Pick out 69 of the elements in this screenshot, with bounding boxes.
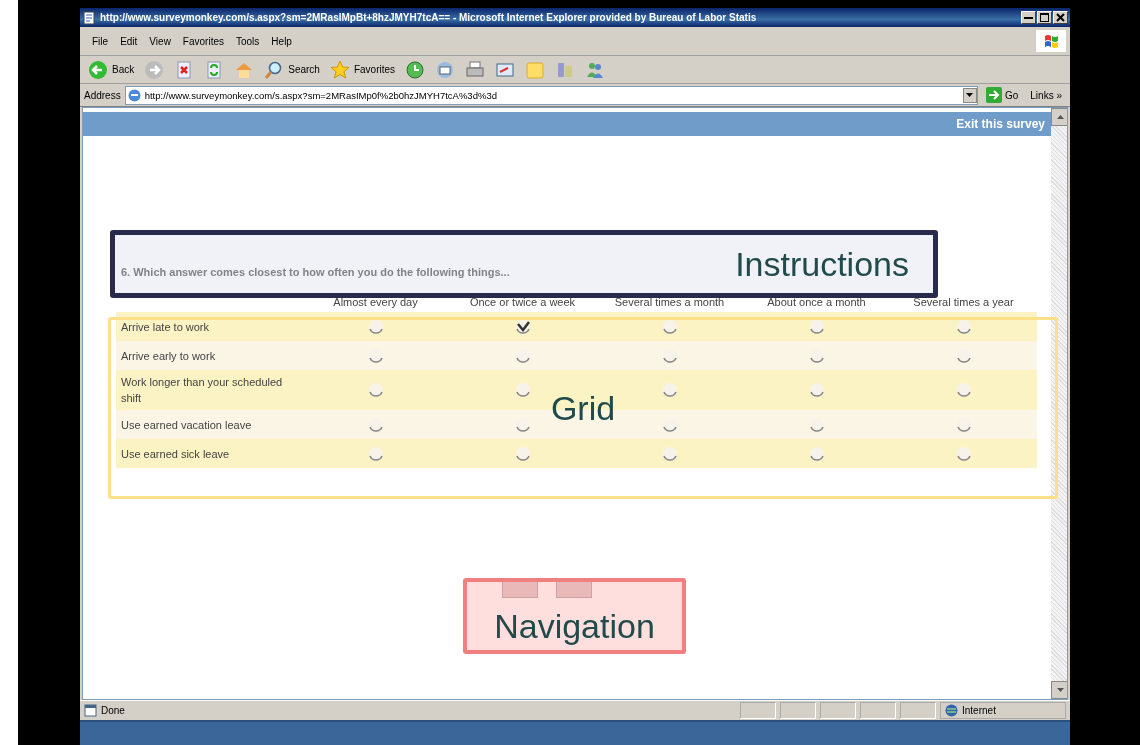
status-panel bbox=[820, 702, 856, 719]
radio-button[interactable] bbox=[808, 382, 825, 398]
close-icon bbox=[1056, 13, 1065, 22]
mail-icon bbox=[435, 59, 456, 80]
clock-icon bbox=[405, 59, 426, 80]
row-label: Arrive early to work bbox=[116, 341, 302, 370]
annotation-label: Navigation bbox=[494, 607, 655, 646]
checked-radio-icon[interactable] bbox=[514, 318, 531, 335]
radio-button[interactable] bbox=[955, 445, 972, 462]
row-label: Use earned vacation leave bbox=[116, 410, 302, 439]
links-button[interactable]: Links » bbox=[1026, 89, 1066, 101]
column-header: Several times a year bbox=[912, 296, 1015, 310]
go-arrow-icon bbox=[985, 87, 1002, 103]
menu-item[interactable]: File bbox=[86, 35, 115, 47]
scrollbar[interactable] bbox=[1051, 108, 1067, 699]
maximize-icon bbox=[1040, 13, 1049, 22]
annotation-label: Instructions bbox=[735, 244, 909, 284]
minimize-icon bbox=[1024, 16, 1033, 19]
radio-button[interactable] bbox=[808, 318, 825, 335]
status-panel bbox=[860, 702, 896, 719]
star-icon bbox=[329, 59, 350, 80]
printer-icon bbox=[465, 59, 486, 80]
column-header: About once a month bbox=[766, 296, 867, 310]
column-header: Almost every day bbox=[332, 296, 419, 310]
address-field[interactable]: http://www.surveymonkey.com/s.aspx?sm=2MRasIMp0f%2b0hzJMYH7tcA%3d%3d bbox=[124, 85, 978, 105]
menu-item[interactable]: Edit bbox=[114, 35, 144, 47]
go-button[interactable]: Go bbox=[981, 87, 1023, 103]
row-label: Use earned sick leave bbox=[116, 439, 302, 468]
menu-item[interactable]: Tools bbox=[230, 35, 266, 47]
scroll-up-icon bbox=[1056, 115, 1064, 119]
radio-button[interactable] bbox=[514, 445, 531, 462]
menu-item[interactable]: Favorites bbox=[176, 35, 230, 47]
zone-text: Internet bbox=[962, 705, 996, 716]
radio-button[interactable] bbox=[367, 382, 384, 398]
radio-button[interactable] bbox=[661, 382, 678, 398]
radio-button[interactable] bbox=[955, 382, 972, 398]
maximize-button[interactable] bbox=[1037, 11, 1052, 24]
radio-button[interactable] bbox=[367, 445, 384, 462]
status-panel bbox=[900, 702, 936, 719]
caret-icon bbox=[966, 93, 974, 97]
radio-button[interactable] bbox=[955, 318, 972, 335]
radio-button[interactable] bbox=[661, 318, 678, 335]
globe-icon bbox=[945, 704, 958, 717]
status-panel bbox=[740, 702, 776, 719]
back-button[interactable]: Back bbox=[86, 59, 137, 80]
radio-button[interactable] bbox=[514, 382, 531, 398]
column-header: Once or twice a week bbox=[468, 296, 577, 310]
radio-button[interactable] bbox=[808, 445, 825, 462]
window-title: http://www.surveymonkey.com/s.aspx?sm=2MRasIMpBt+8hzJMYH7tcA== - Microsoft Internet Explorer provided by Bureau of Labor Statis bbox=[100, 12, 758, 23]
question-text: 6. Which answer comes closest to how often you do the following things... bbox=[121, 266, 511, 280]
dropdown-button[interactable] bbox=[962, 87, 977, 103]
radio-button[interactable] bbox=[367, 318, 384, 335]
minimize-button[interactable] bbox=[1021, 11, 1036, 24]
favorites-button[interactable]: Favorites bbox=[327, 59, 398, 80]
radio-button[interactable] bbox=[661, 445, 678, 462]
status-panel bbox=[780, 702, 816, 719]
annotation-label: Grid bbox=[550, 388, 616, 428]
address-label: Address bbox=[84, 89, 121, 101]
search-button[interactable]: Search bbox=[262, 59, 322, 80]
close-button[interactable] bbox=[1053, 11, 1068, 24]
row-label: Arrive late to work bbox=[116, 312, 302, 341]
row-label: Work longer than your scheduled shift bbox=[116, 370, 302, 410]
menu-item[interactable]: View bbox=[143, 35, 177, 47]
column-header: Several times a month bbox=[613, 296, 726, 310]
flag-icon bbox=[1043, 33, 1059, 49]
menu-item[interactable]: Help bbox=[265, 35, 298, 47]
scroll-down-icon bbox=[1056, 688, 1064, 692]
folder-icon bbox=[525, 59, 546, 80]
status-text: Done bbox=[101, 705, 125, 716]
